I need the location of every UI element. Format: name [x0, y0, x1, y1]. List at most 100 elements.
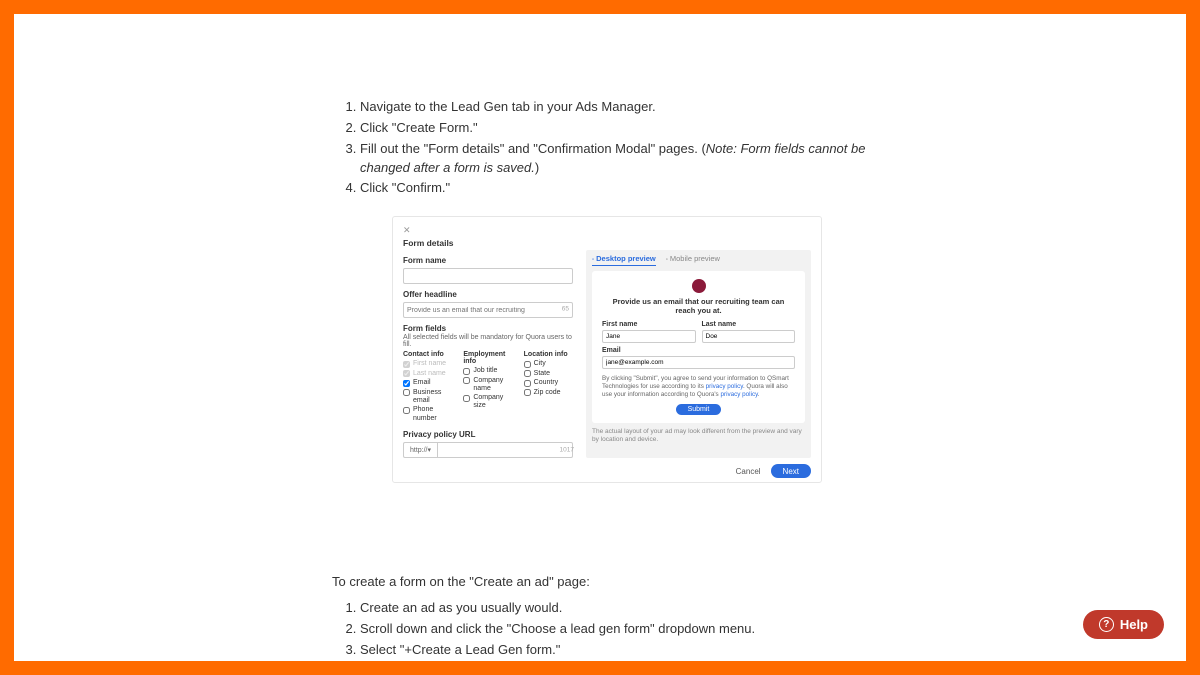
close-icon[interactable]: ✕: [403, 225, 811, 236]
form-left-column: Form name Offer headline 65 Form fields …: [403, 250, 578, 458]
fields-col-contact: Contact info First name Last name Email …: [403, 351, 457, 424]
field-label: City: [534, 360, 546, 368]
help-button[interactable]: ? Help: [1083, 610, 1164, 639]
preview-headline: Provide us an email that our recruiting …: [602, 297, 795, 315]
offer-headline-input[interactable]: [403, 302, 573, 318]
cancel-button[interactable]: Cancel: [736, 467, 761, 476]
help-icon: ?: [1099, 617, 1114, 632]
instruction-item: Click "Confirm.": [360, 179, 892, 198]
instruction-tail: ): [535, 160, 539, 175]
preview-email: Email: [602, 347, 795, 369]
fields-columns: Contact info First name Last name Email …: [403, 351, 578, 424]
field-label: State: [534, 370, 550, 378]
field-checkbox[interactable]: [403, 380, 410, 387]
field-checkbox[interactable]: [524, 361, 531, 368]
field-row: Company size: [463, 394, 517, 410]
card-footer: Cancel Next: [403, 464, 811, 478]
instructions-list-top: Navigate to the Lead Gen tab in your Ads…: [332, 98, 892, 198]
instruction-text: Fill out the "Form details" and "Confirm…: [360, 141, 706, 156]
instruction-item: Fill out the "Form details" and "Confirm…: [360, 140, 892, 178]
field-checkbox[interactable]: [524, 380, 531, 387]
preview-first-name: First name: [602, 321, 696, 343]
field-checkbox[interactable]: [403, 389, 410, 396]
privacy-url-label: Privacy policy URL: [403, 430, 578, 439]
field-row: Email: [403, 379, 457, 387]
field-checkbox: [403, 361, 410, 368]
field-row: Phone number: [403, 406, 457, 422]
field-checkbox[interactable]: [524, 389, 531, 396]
fields-col-employment: Employment info Job title Company name C…: [463, 351, 517, 424]
instruction-item: Select "+Create a Lead Gen form.": [360, 641, 892, 660]
field-label: First name: [413, 360, 446, 368]
fields-col-location: Location info City State Country Zip cod…: [524, 351, 578, 424]
form-builder-card: ✕ Form details Form name Offer headline …: [392, 216, 822, 483]
field-checkbox[interactable]: [463, 377, 470, 384]
lower-intro: To create a form on the "Create an ad" p…: [332, 574, 892, 589]
form-fields-label: Form fields: [403, 324, 578, 333]
form-name-label: Form name: [403, 256, 578, 265]
legal-text: .: [758, 391, 760, 398]
field-label: Last name: [413, 370, 446, 378]
preview-last-name-input[interactable]: [702, 330, 796, 343]
field-checkbox[interactable]: [463, 395, 470, 402]
preview-legal-text: By clicking "Submit", you agree to send …: [602, 375, 795, 399]
top-instructions: Navigate to the Lead Gen tab in your Ads…: [332, 98, 892, 483]
field-row: Last name: [403, 370, 457, 378]
field-label: Phone number: [413, 406, 457, 422]
field-checkbox[interactable]: [403, 407, 410, 414]
offer-headline-label: Offer headline: [403, 290, 578, 299]
field-row: Company name: [463, 377, 517, 393]
field-label: Zip code: [534, 389, 561, 397]
form-fields-hint: All selected fields will be mandatory fo…: [403, 334, 578, 348]
instruction-item: Create an ad as you usually would.: [360, 599, 892, 618]
privacy-policy-link[interactable]: privacy policy: [706, 383, 743, 390]
form-name-input[interactable]: [403, 268, 573, 284]
instruction-item: Scroll down and click the "Choose a lead…: [360, 620, 892, 639]
field-label: Business email: [413, 389, 457, 405]
preview-field-label: Email: [602, 347, 795, 354]
instructions-list-bottom: Create an ad as you usually would. Scrol…: [332, 599, 892, 660]
preview-tabs: Desktop preview Mobile preview: [592, 254, 805, 266]
document-page: Navigate to the Lead Gen tab in your Ads…: [14, 14, 1186, 661]
field-label: Company name: [473, 377, 517, 393]
preview-email-input[interactable]: [602, 356, 795, 369]
col-head: Contact info: [403, 351, 457, 358]
privacy-url-input[interactable]: [437, 442, 573, 458]
form-two-column: Form name Offer headline 65 Form fields …: [403, 250, 811, 458]
field-row: City: [524, 360, 578, 368]
preview-last-name: Last name: [702, 321, 796, 343]
field-label: Country: [534, 379, 559, 387]
field-row: Job title: [463, 367, 517, 375]
outer-frame: Navigate to the Lead Gen tab in your Ads…: [0, 0, 1200, 675]
field-checkbox[interactable]: [463, 368, 470, 375]
field-label: Job title: [473, 367, 497, 375]
preview-card: Provide us an email that our recruiting …: [592, 271, 805, 423]
field-checkbox[interactable]: [524, 370, 531, 377]
preview-disclaimer: The actual layout of your ad may look di…: [592, 428, 805, 444]
lower-instructions: To create a form on the "Create an ad" p…: [332, 574, 892, 661]
submit-button[interactable]: Submit: [676, 404, 722, 415]
field-label: Company size: [473, 394, 517, 410]
field-row: First name: [403, 360, 457, 368]
col-head: Location info: [524, 351, 578, 358]
help-label: Help: [1120, 617, 1148, 632]
field-row: Business email: [403, 389, 457, 405]
tab-desktop-preview[interactable]: Desktop preview: [592, 254, 656, 266]
field-row: State: [524, 370, 578, 378]
field-row: Zip code: [524, 389, 578, 397]
quora-privacy-policy-link[interactable]: privacy policy: [720, 391, 757, 398]
instruction-item: Navigate to the Lead Gen tab in your Ads…: [360, 98, 892, 117]
next-button[interactable]: Next: [771, 464, 811, 478]
form-details-title: Form details: [403, 238, 811, 248]
field-checkbox: [403, 370, 410, 377]
preview-field-label: First name: [602, 321, 696, 328]
avatar-icon: [692, 279, 706, 293]
field-row: Country: [524, 379, 578, 387]
tab-mobile-preview[interactable]: Mobile preview: [666, 254, 720, 266]
preview-panel: Desktop preview Mobile preview Provide u…: [586, 250, 811, 458]
preview-first-name-input[interactable]: [602, 330, 696, 343]
col-head: Employment info: [463, 351, 517, 365]
instruction-item: Click "Create Form.": [360, 119, 892, 138]
preview-field-label: Last name: [702, 321, 796, 328]
url-scheme-select[interactable]: http://▾: [403, 442, 437, 458]
